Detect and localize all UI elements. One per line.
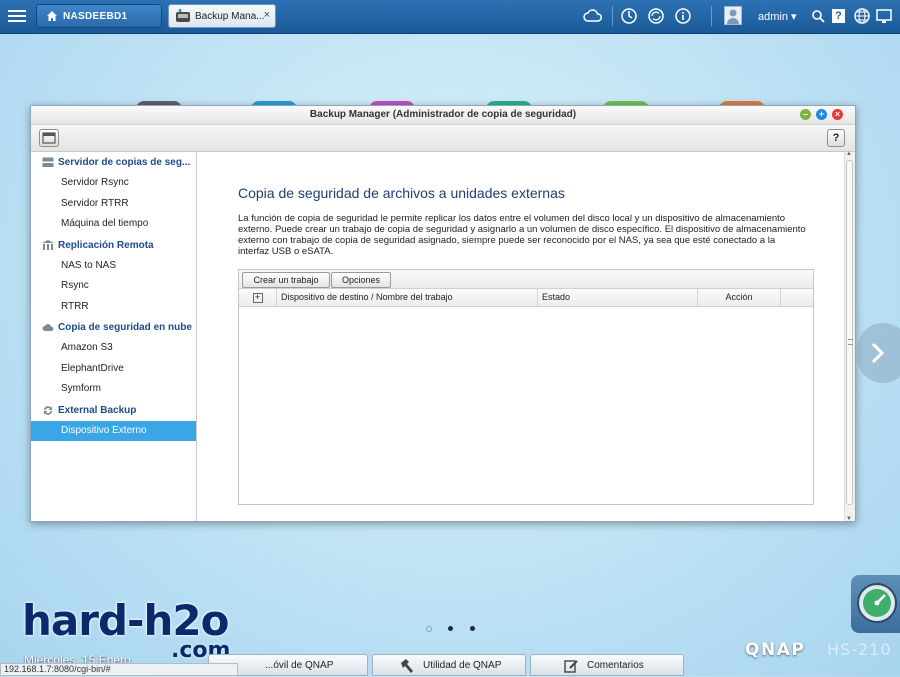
tab-backup-label: Backup Mana...	[195, 11, 265, 22]
page-title: Copia de seguridad de archivos a unidade…	[238, 185, 565, 201]
chevron-down-icon: ▾	[791, 11, 797, 23]
sidebar-item-external-device[interactable]: Dispositivo Externo	[31, 420, 196, 441]
column-header-status[interactable]: Estado	[538, 289, 698, 306]
sidebar-group-cloud-backup[interactable]: Copia de seguridad en nube	[31, 317, 196, 338]
sidebar-group-remote-replication[interactable]: Replicación Remota	[31, 235, 196, 256]
search-icon[interactable]	[811, 7, 825, 25]
dock-label: ...óvil de QNAP	[265, 660, 334, 671]
model-name: HS-210	[827, 640, 892, 659]
scroll-down-icon[interactable]: ▼	[846, 516, 852, 522]
close-tab-icon[interactable]: ×	[264, 9, 270, 21]
column-header-action[interactable]: Acción	[698, 289, 781, 306]
cloud-icon[interactable]	[583, 7, 603, 25]
page-dot[interactable]	[470, 626, 475, 631]
tab-home-label: NASDEEBD1	[63, 11, 128, 22]
cloud-icon	[42, 324, 54, 331]
user-icon	[727, 9, 739, 24]
sidebar-item-rtrr-server[interactable]: Servidor RTRR	[31, 194, 196, 215]
watermark-logo: hard-h2o	[22, 596, 229, 645]
home-icon	[47, 11, 57, 21]
column-header-destination[interactable]: Dispositivo de destino / Nombre del trab…	[277, 289, 538, 306]
avatar[interactable]	[724, 6, 742, 25]
sidebar-item-amazon-s3[interactable]: Amazon S3	[31, 338, 196, 359]
tab-desktop-home[interactable]: NASDEEBD1	[36, 4, 162, 28]
resource-monitor-widget[interactable]	[851, 575, 900, 633]
window-help-button[interactable]: ?	[827, 129, 845, 147]
sidebar-group-external-backup[interactable]: External Backup	[31, 400, 196, 421]
backup-manager-window: Backup Manager (Administrador de copia d…	[30, 105, 856, 522]
page-description: La función de copia de seguridad le perm…	[238, 213, 806, 257]
dock-label: Comentarios	[587, 660, 644, 671]
page-dot[interactable]	[448, 626, 453, 631]
close-window-button[interactable]: ×	[832, 109, 843, 120]
top-bar: NASDEEBD1 Backup Mana... × admin ▾ ?	[0, 0, 900, 34]
backup-manager-icon	[176, 9, 190, 22]
username: admin	[758, 11, 788, 23]
server-icon	[42, 157, 54, 167]
language-globe-icon[interactable]	[853, 7, 871, 25]
sidebar-item-elephantdrive[interactable]: ElephantDrive	[31, 359, 196, 380]
building-icon	[42, 239, 54, 250]
info-icon[interactable]	[674, 7, 692, 25]
panel-icon	[42, 132, 56, 144]
window-title[interactable]: Backup Manager (Administrador de copia d…	[31, 106, 855, 125]
sidebar-group-label: External Backup	[58, 404, 137, 416]
main-content: Copia de seguridad de archivos a unidade…	[197, 152, 843, 521]
sidebar-item-time-machine[interactable]: Máquina del tiempo	[31, 214, 196, 235]
sidebar-group-label: Copia de seguridad en nube	[58, 322, 192, 333]
chevron-right-icon	[871, 342, 885, 364]
external-device-icon[interactable]	[647, 7, 665, 25]
maximize-button[interactable]: +	[816, 109, 827, 120]
options-button[interactable]: Opciones	[331, 272, 391, 288]
help-icon[interactable]: ?	[832, 9, 845, 23]
create-job-button[interactable]: Crear un trabajo	[242, 272, 330, 288]
dashboard-icon[interactable]	[875, 7, 893, 25]
qnap-logo: QNAP	[745, 640, 806, 660]
divider	[612, 6, 613, 26]
dock-qnap-utility[interactable]: Utilidad de QNAP	[372, 654, 526, 676]
sidebar-group-label: Replicación Remota	[58, 239, 154, 251]
dock-feedback[interactable]: Comentarios	[530, 654, 684, 676]
backup-jobs-table: Crear un trabajo Opciones + Dispositivo …	[238, 269, 814, 505]
sidebar-item-symform[interactable]: Symform	[31, 379, 196, 400]
browser-status-bar: 192.168.1.7:8080/cgi-bin/#	[0, 663, 238, 676]
scroll-thumb[interactable]	[846, 160, 853, 505]
expand-all-column[interactable]: +	[239, 289, 277, 306]
hammer-icon	[401, 659, 413, 673]
gauge-icon	[857, 583, 897, 623]
tab-backup-manager[interactable]: Backup Mana... ×	[168, 4, 276, 28]
window-toolbar: ?	[31, 125, 855, 152]
sidebar: Servidor de copias de seg... Servidor Rs…	[31, 152, 197, 521]
toggle-sidebar-button[interactable]	[39, 129, 59, 147]
sidebar-item-rsync-server[interactable]: Servidor Rsync	[31, 173, 196, 194]
sidebar-item-rtrr[interactable]: RTRR	[31, 297, 196, 318]
sidebar-item-nas-to-nas[interactable]: NAS to NAS	[31, 256, 196, 277]
minimize-button[interactable]: –	[800, 109, 811, 120]
next-page-button[interactable]	[857, 323, 900, 383]
background-task-icon[interactable]	[620, 7, 638, 25]
edit-icon	[564, 660, 578, 673]
expand-icon: +	[252, 293, 263, 303]
user-menu[interactable]: admin ▾	[758, 10, 797, 23]
sidebar-group-backup-server[interactable]: Servidor de copias de seg...	[31, 152, 196, 173]
page-dot[interactable]	[426, 626, 432, 632]
grip-icon	[848, 339, 853, 345]
main-menu-icon[interactable]	[8, 7, 26, 25]
sidebar-item-rsync[interactable]: Rsync	[31, 276, 196, 297]
content-scrollbar[interactable]: ▲ ▼	[844, 151, 855, 522]
table-header: + Dispositivo de destino / Nombre del tr…	[239, 289, 813, 307]
sidebar-group-label: Servidor de copias de seg...	[58, 157, 191, 168]
scroll-up-icon[interactable]: ▲	[846, 151, 852, 157]
table-toolbar: Crear un trabajo Opciones	[239, 270, 813, 289]
sync-arrows-icon	[44, 405, 52, 415]
divider	[711, 6, 712, 26]
dock-label: Utilidad de QNAP	[423, 660, 502, 671]
